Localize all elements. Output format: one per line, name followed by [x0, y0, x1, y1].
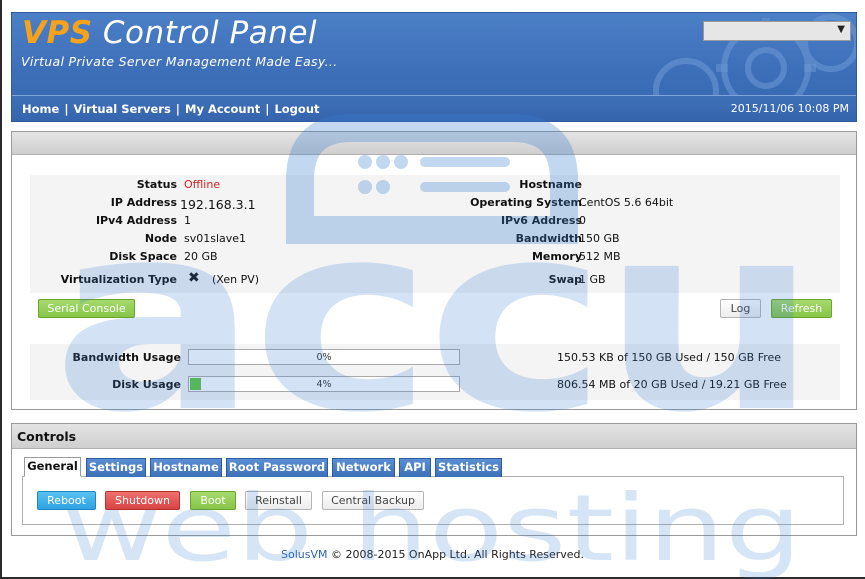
disk-usage-percent: 4% [316, 379, 332, 390]
tab-api[interactable]: API [399, 458, 431, 477]
controls-title: Controls [17, 429, 77, 444]
nav-links: Home | Virtual Servers | My Account | Logout [22, 102, 320, 116]
nav-logout[interactable]: Logout [274, 102, 319, 116]
nav-home[interactable]: Home [22, 102, 59, 116]
page: VPS Control Panel Virtual Private Server… [0, 0, 865, 579]
virtualization-type-value: (Xen PV) [212, 273, 260, 286]
ipv6-address-label: IPv6 Address [500, 214, 582, 227]
nav-virtual-servers[interactable]: Virtual Servers [74, 102, 171, 116]
ip-address-value: 192.168.3.1 [180, 197, 256, 212]
memory-value: 512 MB [579, 250, 621, 263]
ipv4-address-label: IPv4 Address [95, 214, 177, 227]
disk-usage-label: Disk Usage [112, 378, 181, 391]
datetime: 2015/11/06 10:08 PM [730, 102, 849, 115]
disk-space-value: 20 GB [184, 250, 218, 263]
swap-value: 1 GB [579, 273, 606, 286]
language-select[interactable]: ▼ [703, 21, 851, 41]
footer-copyright: © 2008-2015 OnApp Ltd. All Rights Reserv… [330, 548, 584, 561]
virtualization-type-label: Virtualization Type [60, 273, 177, 286]
nav-separator: | [64, 102, 69, 116]
shutdown-button[interactable]: Shutdown [105, 491, 180, 510]
tagline: Virtual Private Server Management Made E… [21, 54, 338, 69]
reboot-button[interactable]: Reboot [37, 491, 96, 510]
window-edge-left [0, 0, 2, 579]
bandwidth-usage-bar: 0% [188, 349, 460, 365]
status-label: Status [136, 178, 177, 191]
bandwidth-value: 150 GB [579, 232, 620, 245]
nav-separator: | [265, 102, 270, 116]
bandwidth-label: Bandwidth [515, 232, 582, 245]
bandwidth-usage-percent: 0% [316, 352, 332, 363]
disk-usage-detail: 806.54 MB of 20 GB Used / 19.21 GB Free [557, 378, 787, 391]
tab-hostname[interactable]: Hostname [150, 458, 222, 477]
nav-separator: | [175, 102, 180, 116]
nav-my-account[interactable]: My Account [185, 102, 260, 116]
hostname-label: Hostname [519, 178, 582, 191]
nav-bar: Home | Virtual Servers | My Account | Logout 2… [12, 95, 856, 121]
ip-address-label: IP Address [110, 196, 177, 209]
swap-label: Swap [548, 273, 582, 286]
boot-button[interactable]: Boot [190, 491, 236, 510]
footer-solusvm-link[interactable]: SolusVM [281, 548, 328, 561]
node-label: Node [144, 232, 177, 245]
ipv6-address-value: 0 [579, 214, 586, 227]
bandwidth-usage-detail: 150.53 KB of 150 GB Used / 150 GB Free [557, 351, 782, 364]
app-logo: VPS Control Panel [22, 15, 317, 51]
log-button[interactable]: Log [720, 299, 761, 318]
tab-general[interactable]: General [24, 457, 81, 477]
operating-system-value: CentOS 5.6 64bit [579, 196, 674, 209]
xen-icon: ✖ [188, 270, 200, 286]
reinstall-button[interactable]: Reinstall [245, 491, 312, 510]
tab-network[interactable]: Network [332, 458, 395, 477]
server-info-panel: Status Offline IP Address 192.168.3.1 IP… [11, 131, 857, 410]
controls-header: Controls [12, 424, 856, 449]
status-value: Offline [184, 178, 221, 191]
server-info-header [12, 132, 856, 155]
logo-text: Control Panel [102, 15, 318, 51]
bandwidth-usage-label: Bandwidth Usage [72, 351, 181, 364]
operating-system-label: Operating System [470, 196, 582, 209]
node-value: sv01slave1 [184, 232, 247, 245]
refresh-button[interactable]: Refresh [771, 299, 832, 318]
disk-usage-bar: 4% [188, 376, 460, 392]
tab-settings[interactable]: Settings [86, 458, 146, 477]
ipv4-address-value: 1 [184, 214, 191, 227]
logo-accent: VPS [22, 15, 93, 51]
header-banner: VPS Control Panel Virtual Private Server… [11, 12, 857, 122]
chevron-down-icon: ▼ [837, 24, 845, 35]
serial-console-button[interactable]: Serial Console [38, 299, 135, 318]
central-backup-button[interactable]: Central Backup [322, 491, 424, 510]
footer: SolusVM © 2008-2015 OnApp Ltd. All Right… [0, 548, 865, 561]
disk-space-label: Disk Space [109, 250, 177, 263]
memory-label: Memory [531, 250, 582, 263]
tab-statistics[interactable]: Statistics [435, 458, 502, 477]
controls-panel: Controls General Settings Hostname Root … [11, 423, 857, 536]
tab-root-password[interactable]: Root Password [226, 458, 328, 477]
